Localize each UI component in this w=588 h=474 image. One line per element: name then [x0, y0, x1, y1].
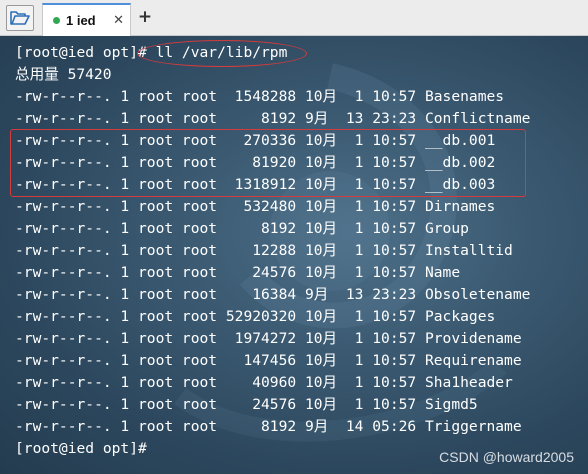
file-row: -rw-r--r--. 1 root root 8192 9月 14 05:26… [15, 418, 522, 435]
terminal-lines: [root@ied opt]# ll /var/lib/rpm 总用量 5742… [15, 42, 530, 460]
folder-open-icon [10, 11, 30, 25]
file-row: -rw-r--r--. 1 root root 24576 10月 1 10:5… [15, 396, 478, 413]
watermark: CSDN @howard2005 [439, 449, 574, 465]
connected-status-icon [53, 17, 60, 24]
tab-label: 1 ied [66, 13, 96, 28]
command-highlight-ellipse [137, 40, 307, 67]
file-row: -rw-r--r--. 1 root root 40960 10月 1 10:5… [15, 374, 513, 391]
file-row: -rw-r--r--. 1 root root 8192 9月 13 23:23… [15, 110, 531, 127]
file-row: -rw-r--r--. 1 root root 24576 10月 1 10:5… [15, 264, 461, 281]
file-row: -rw-r--r--. 1 root root 532480 10月 1 10:… [15, 198, 496, 215]
add-tab-button[interactable]: + [136, 6, 154, 28]
terminal-output[interactable]: [root@ied opt]# ll /var/lib/rpm 总用量 5742… [0, 36, 588, 474]
file-row: -rw-r--r--. 1 root root 1548288 10月 1 10… [15, 88, 505, 105]
close-tab-icon[interactable]: ✕ [113, 13, 124, 28]
terminal-window: 1 ied ✕ + [root@ied opt]# ll /var/lib/rp… [0, 0, 588, 474]
tab-bar: 1 ied ✕ + [0, 0, 588, 36]
open-folder-button[interactable] [6, 5, 34, 31]
file-row: -rw-r--r--. 1 root root 147456 10月 1 10:… [15, 352, 522, 369]
file-row: -rw-r--r--. 1 root root 1974272 10月 1 10… [15, 330, 522, 347]
tab-session-ied[interactable]: 1 ied ✕ [42, 3, 131, 36]
total-size-line: 总用量 57420 [15, 66, 112, 83]
file-row: -rw-r--r--. 1 root root 8192 10月 1 10:57… [15, 220, 469, 237]
file-row: -rw-r--r--. 1 root root 12288 10月 1 10:5… [15, 242, 513, 259]
file-row: -rw-r--r--. 1 root root 52920320 10月 1 1… [15, 308, 496, 325]
db-files-highlight-box [10, 129, 526, 197]
file-row: -rw-r--r--. 1 root root 16384 9月 13 23:2… [15, 286, 531, 303]
